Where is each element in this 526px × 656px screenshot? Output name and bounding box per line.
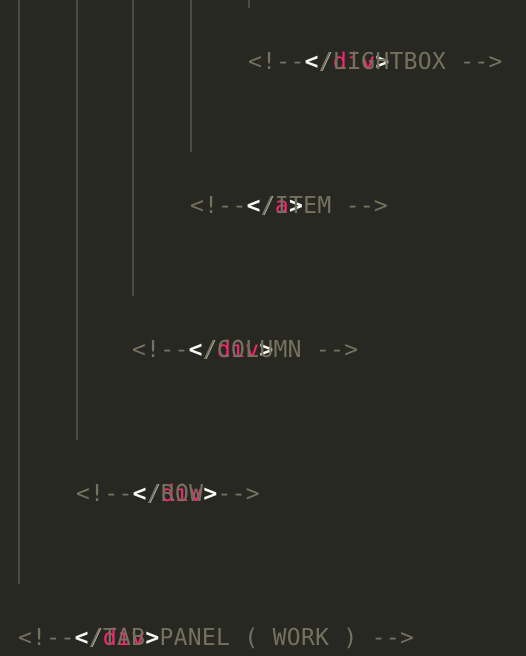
indent-guide	[190, 0, 192, 152]
indent-guide	[132, 0, 134, 296]
code-line-comment[interactable]: <!-- /ROW -->	[76, 476, 260, 512]
indent-guide	[76, 0, 78, 440]
indent-guide	[18, 0, 20, 584]
code-line-closing-tag[interactable]: </div>	[76, 440, 218, 507]
code-line-comment[interactable]: <!-- /COLUMN -->	[132, 332, 358, 368]
code-line-closing-tag[interactable]: </div>	[18, 584, 160, 651]
code-line-comment[interactable]: <!-- /ITEM -->	[190, 188, 388, 224]
code-line-comment[interactable]: <!-- /LIGHTBOX -->	[248, 44, 503, 80]
indent-guide	[248, 0, 250, 8]
code-line-closing-tag[interactable]: </div>	[132, 296, 274, 363]
code-line-comment[interactable]: <!-- /TAB PANEL ( WORK ) -->	[18, 620, 414, 656]
code-line-closing-tag[interactable]: </a>	[190, 152, 303, 219]
code-editor[interactable]: </div> <!-- /LIGHTBOX --> </a> <!-- /ITE…	[0, 0, 526, 656]
code-line-closing-tag[interactable]: </div>	[248, 8, 390, 75]
